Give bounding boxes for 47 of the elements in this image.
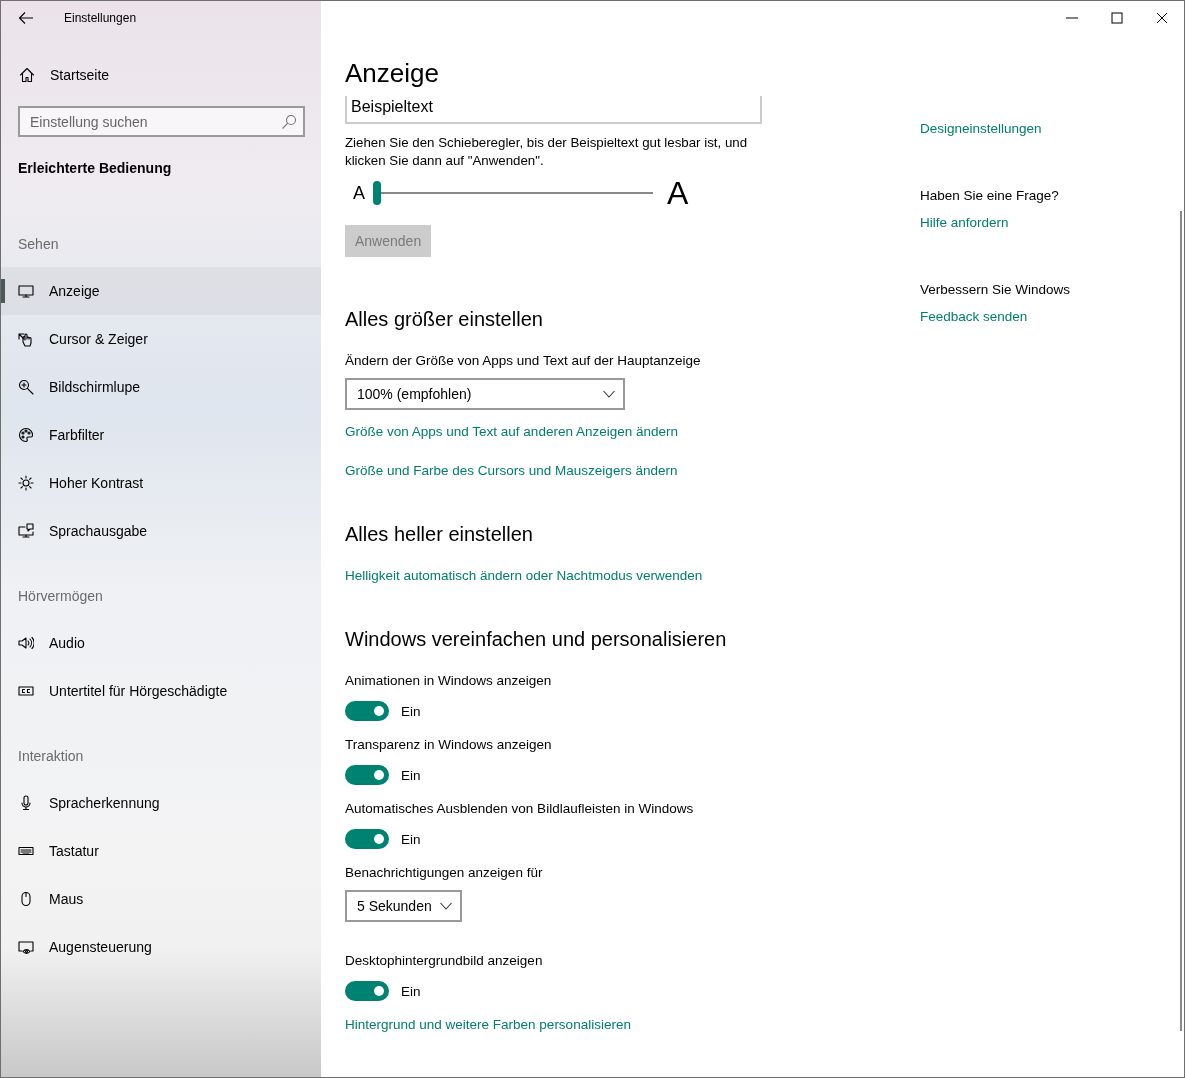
related-link[interactable]: Hilfe anfordern — [920, 213, 1009, 233]
search-field[interactable]: Einstellung suchen — [18, 106, 305, 137]
sidebar-nav-item[interactable]: Bildschirmlupe — [1, 363, 321, 411]
instruction-text: Ziehen Sie den Schieberegler, bis der Beispieltext gut lesbar ist, und klicken Sie dann auf "Anwenden". — [345, 134, 749, 170]
settings-link[interactable]: Größe von Apps und Text auf anderen Anzeigen ändern — [345, 422, 678, 442]
toggle-state-text: Ein — [401, 703, 421, 719]
related-heading: Verbessern Sie Windows — [920, 281, 1071, 299]
sidebar-nav-item[interactable]: Hoher Kontrast — [1, 459, 321, 507]
window-title: Einstellungen — [64, 11, 137, 25]
related-link[interactable]: Designeinstellungen — [920, 119, 1042, 139]
setting-label: Benachrichtigungen anzeigen für — [345, 864, 543, 882]
related-heading: Haben Sie eine Frage? — [920, 187, 1059, 205]
settings-link[interactable]: Hintergrund und weitere Farben personalisieren — [345, 1015, 631, 1035]
group-heading: Interaktion — [18, 747, 84, 766]
setting-label: Ändern der Größe von Apps und Text auf der Hauptanzeige — [345, 352, 701, 370]
toggle-state-text: Ein — [401, 767, 421, 783]
large-letter-label: A — [667, 174, 689, 212]
group-heading: Hörvermögen — [18, 587, 103, 606]
sidebar-nav-item[interactable]: Anzeige — [1, 267, 321, 315]
sidebar-nav-item[interactable]: Tastatur — [1, 827, 321, 875]
sidebar-nav-item[interactable]: Sprachausgabe — [1, 507, 321, 555]
setting-label: Animationen in Windows anzeigen — [345, 672, 552, 690]
section-heading: Alles heller einstellen — [345, 522, 533, 547]
category-heading: Erleichterte Bedienung — [18, 159, 172, 178]
settings-link[interactable]: Größe und Farbe des Cursors und Mauszeigers ändern — [345, 461, 678, 481]
sidebar-nav-item[interactable]: Cursor & Zeiger — [1, 315, 321, 363]
setting-label: Automatisches Ausblenden von Bildlaufleisten in Windows — [345, 800, 694, 818]
sidebar-nav-item[interactable]: Farbfilter — [1, 411, 321, 459]
setting-label: Transparenz in Windows anzeigen — [345, 736, 552, 754]
dropdown[interactable]: 5 Sekunden — [345, 890, 462, 922]
home-nav-item[interactable]: Startseite — [1, 59, 116, 91]
sidebar-nav-item[interactable]: Untertitel für Hörgeschädigte — [1, 667, 321, 715]
related-link[interactable]: Feedback senden — [920, 307, 1028, 327]
sidebar-nav-item[interactable]: Audio — [1, 619, 321, 667]
setting-label: Desktophintergrundbild anzeigen — [345, 952, 543, 970]
settings-link[interactable]: Helligkeit automatisch ändern oder Nachtmodus verwenden — [345, 566, 703, 586]
sidebar-nav-item[interactable]: Augensteuerung — [1, 923, 321, 971]
section-heading: Windows vereinfachen und personalisieren — [345, 627, 727, 652]
section-heading: Alles größer einstellen — [345, 307, 543, 332]
page-title: Anzeige — [345, 57, 439, 89]
sidebar-nav-item[interactable]: Maus — [1, 875, 321, 923]
small-letter-label: A — [353, 182, 366, 204]
group-heading: Sehen — [18, 235, 59, 254]
sidebar-nav-item[interactable]: Spracherkennung — [1, 779, 321, 827]
dropdown[interactable]: 100% (empfohlen) — [345, 378, 625, 410]
toggle-state-text: Ein — [401, 983, 421, 999]
toggle-state-text: Ein — [401, 831, 421, 847]
